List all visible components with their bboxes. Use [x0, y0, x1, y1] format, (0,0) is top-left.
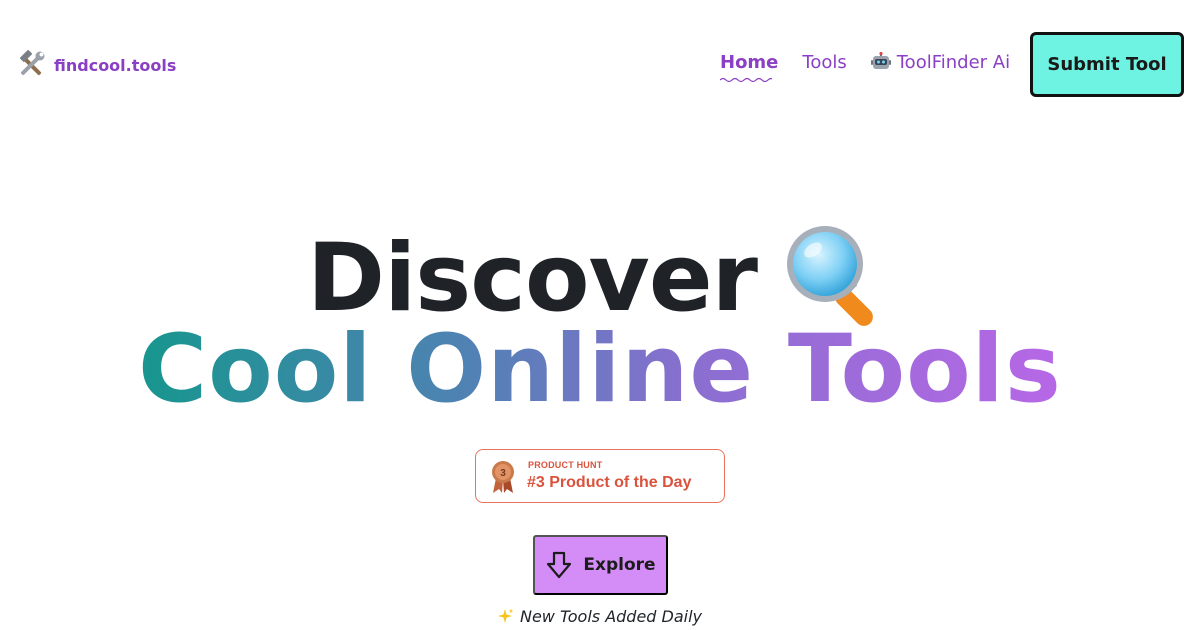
page: findcool.tools Home Tools ToolFinder Ai … [0, 0, 1200, 630]
tagline: New Tools Added Daily [0, 607, 1200, 626]
arrow-down-icon [547, 551, 572, 579]
active-underline [720, 77, 772, 83]
nav-home-label: Home [720, 52, 779, 73]
nav-home-link[interactable]: Home [720, 52, 779, 83]
nav-tools-link[interactable]: Tools [802, 52, 846, 73]
nav-toolfinder-label: ToolFinder Ai [896, 52, 1011, 73]
hero-title-line2: Cool Online Tools [0, 318, 1200, 422]
main-nav: Home Tools ToolFinder Ai [720, 52, 1034, 83]
site-header: findcool.tools Home Tools ToolFinder Ai … [0, 0, 1200, 130]
badge-kicker: PRODUCT HUNT [528, 460, 603, 470]
robot-icon [870, 52, 891, 69]
nav-toolfinder-link[interactable]: ToolFinder Ai [870, 52, 1011, 73]
brand-name: findcool.tools [54, 55, 177, 75]
explore-label: Explore [583, 555, 656, 575]
hero-gradient-text: Cool Online Tools [138, 315, 1062, 424]
brand-link[interactable]: findcool.tools [16, 50, 176, 80]
badge-title: #3 Product of the Day [527, 474, 692, 491]
submit-tool-button[interactable]: Submit Tool [1030, 32, 1184, 97]
explore-button[interactable]: Explore [533, 535, 668, 595]
tagline-text: New Tools Added Daily [519, 607, 703, 626]
tools-icon [20, 50, 45, 76]
medal-number: 3 [500, 468, 506, 479]
nav-tools-label: Tools [802, 52, 847, 73]
medal-icon: 3 [492, 461, 514, 493]
product-hunt-badge[interactable]: 3 PRODUCT HUNT #3 Product of the Day [475, 449, 725, 503]
sparkles-icon [497, 608, 514, 623]
